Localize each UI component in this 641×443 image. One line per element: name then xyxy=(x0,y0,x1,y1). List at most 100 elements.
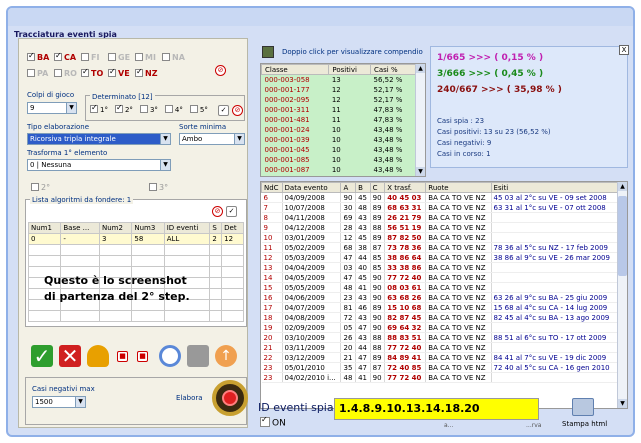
refresh-icon[interactable] xyxy=(159,345,181,367)
scroll-down-icon[interactable]: ▼ xyxy=(416,167,425,176)
table-row[interactable]: 0-3 58 ALL 2 12 xyxy=(27,233,244,245)
id-spia-on-checkbox[interactable]: ON xyxy=(260,415,286,429)
lista-col-header[interactable]: ID eventi xyxy=(163,222,211,234)
confirm-button[interactable]: ✓ xyxy=(31,345,53,367)
colpi-select[interactable]: 9 ▼ xyxy=(27,102,77,114)
wheel-ba-checkbox[interactable]: BA xyxy=(27,51,49,62)
table-row[interactable]: 000-003-058 13 56,52 % xyxy=(262,75,417,85)
wheel-to-checkbox[interactable]: TO xyxy=(81,67,103,78)
classe-col-header[interactable]: Positivi xyxy=(328,64,371,75)
table-row[interactable]: 000-001-085 10 43,48 % xyxy=(262,155,417,165)
table-cell: 48 xyxy=(340,282,357,293)
stop-icon[interactable]: ■ xyxy=(117,351,128,362)
table-row[interactable]: 22 03/12/2009 21 47 89 84 89 41 BA CA TO VE NZ… xyxy=(261,352,620,363)
scroll-down-icon[interactable]: ▼ xyxy=(618,399,627,408)
table-row[interactable]: 000-001-024 10 43,48 % xyxy=(262,125,417,135)
determinato-item-4[interactable]: 4° xyxy=(164,105,183,114)
determinato-item-3[interactable]: 3° xyxy=(139,105,158,114)
wheel-mi-checkbox[interactable]: MI xyxy=(135,52,156,62)
determinato-item-1[interactable]: 1° xyxy=(90,103,108,114)
table-row[interactable]: 21 03/11/2009 20 44 88 77 72 40 BA CA TO VE NZ xyxy=(261,342,620,353)
table-row[interactable]: 000-001-481 11 47,83 % xyxy=(262,115,417,125)
scroll-thumb[interactable] xyxy=(618,196,627,276)
remove-icon[interactable]: ⊘ xyxy=(212,206,223,217)
trasforma-select[interactable]: 0 | Nessuna ▼ xyxy=(27,159,171,171)
events-col-header[interactable]: NdC xyxy=(261,182,283,193)
determinato-item-5[interactable]: 5° xyxy=(189,105,208,114)
compendio-icon[interactable] xyxy=(262,46,274,58)
tipo-select[interactable]: Ricorsiva tripla integrale ▼ xyxy=(27,133,171,145)
table-row[interactable]: 14 04/05/2009 47 45 90 77 72 40 BA CA TO VE NZ xyxy=(261,272,620,283)
table-row[interactable]: 23 05/01/2010 35 47 87 72 40 85 BA CA TO VE NZ… xyxy=(261,362,620,373)
table-row[interactable]: 000-001-045 10 43,48 % xyxy=(262,145,417,155)
table-row[interactable]: 13 04/04/2009 03 40 85 33 38 86 BA CA TO VE NZ xyxy=(261,262,620,273)
classe-col-header[interactable]: Casi % xyxy=(369,64,418,75)
chk-2[interactable]: 2° xyxy=(31,182,50,192)
wheel-fi-checkbox[interactable]: FI xyxy=(81,52,99,62)
events-col-header[interactable]: C xyxy=(369,182,386,193)
events-col-header[interactable]: Data evento xyxy=(281,182,342,193)
wheel-pa-checkbox[interactable]: PA xyxy=(27,68,48,78)
id-spia-value[interactable]: 1.4.8.9.10.13.14.18.20 xyxy=(334,398,539,420)
table-row[interactable]: 19 02/09/2009 05 47 90 69 64 32 BA CA TO VE NZ xyxy=(261,322,620,333)
wheel-ve-checkbox[interactable]: VE xyxy=(108,67,130,78)
determinato-item-2[interactable]: 2° xyxy=(114,103,133,114)
printer-icon[interactable] xyxy=(572,398,594,416)
wheel-na-checkbox[interactable]: NA xyxy=(162,52,185,62)
clear-icon[interactable]: ⊘ xyxy=(232,105,243,116)
table-row[interactable]: 10 03/01/2009 12 45 89 87 82 50 BA CA TO VE NZ xyxy=(261,232,620,243)
lista-col-header[interactable]: Num2 xyxy=(98,222,133,234)
cancel-button[interactable]: ✕ xyxy=(59,345,81,367)
sorte-select[interactable]: Ambo ▼ xyxy=(179,133,245,145)
table-row[interactable]: 000-002-095 12 52,17 % xyxy=(262,95,417,105)
chk-3[interactable]: 3° xyxy=(149,182,168,192)
wheel-ro-checkbox[interactable]: RO xyxy=(54,68,77,78)
table-row[interactable]: 20 03/10/2009 26 43 88 88 83 51 BA CA TO VE NZ… xyxy=(261,332,620,343)
table-row[interactable]: 9 04/12/2008 28 43 88 56 51 19 BA CA TO VE NZ xyxy=(261,222,620,233)
printer-icon[interactable] xyxy=(187,345,209,367)
up-arrow-icon[interactable]: ↑ xyxy=(215,345,237,367)
casi-select[interactable]: 1500 ▼ xyxy=(32,396,86,408)
table-row[interactable]: 000-001-039 10 43,48 % xyxy=(262,135,417,145)
classe-scrollbar[interactable]: ▲ ▼ xyxy=(415,64,425,176)
lista-col-header[interactable]: Det xyxy=(221,222,244,234)
table-row[interactable]: 000-001-177 12 52,17 % xyxy=(262,85,417,95)
table-row[interactable]: 000-001-311 11 47,83 % xyxy=(262,105,417,115)
table-row[interactable]: 15 05/05/2009 48 41 90 08 03 61 BA CA TO VE NZ xyxy=(261,282,620,293)
scroll-up-icon[interactable]: ▲ xyxy=(618,182,627,191)
wheel-ge-checkbox[interactable]: GE xyxy=(108,52,130,62)
table-row[interactable]: 12 05/03/2009 47 44 85 38 86 64 BA CA TO VE NZ… xyxy=(261,252,620,263)
close-stats-button[interactable]: X xyxy=(619,45,629,55)
classe-col-header[interactable]: Classe xyxy=(261,64,330,75)
lista-col-header[interactable]: S xyxy=(209,222,223,234)
wheel-nz-checkbox[interactable]: NZ xyxy=(135,67,158,78)
check-icon[interactable]: ✓ xyxy=(218,105,229,116)
events-col-header[interactable]: B xyxy=(355,182,371,193)
scroll-up-icon[interactable]: ▲ xyxy=(416,64,425,73)
table-row[interactable]: 18 04/08/2009 72 43 90 82 87 45 BA CA TO VE NZ… xyxy=(261,312,620,323)
table-row[interactable]: 16 04/06/2009 23 43 90 63 68 26 BA CA TO VE NZ… xyxy=(261,292,620,303)
lista-col-header[interactable]: Base ... xyxy=(60,222,100,234)
table-row[interactable]: 000-001-087 10 43,48 % xyxy=(262,165,417,175)
wheel-ca-checkbox[interactable]: CA xyxy=(54,51,76,62)
table-row[interactable]: 8 04/11/2008 69 43 89 26 21 79 BA CA TO VE NZ xyxy=(261,212,620,223)
table-row[interactable]: 17 04/07/2009 81 46 89 15 10 68 BA CA TO VE NZ… xyxy=(261,302,620,313)
clear-wheels-icon[interactable]: ⊘ xyxy=(215,65,226,76)
lista-col-header[interactable]: Num1 xyxy=(27,222,62,234)
events-col-header[interactable]: Esiti xyxy=(490,182,620,193)
table-row[interactable]: 7 10/07/2008 30 48 89 68 63 31 BA CA TO VE NZ 6… xyxy=(261,202,620,213)
lista-col-header[interactable]: Num3 xyxy=(131,222,165,234)
events-col-header[interactable]: A xyxy=(340,182,357,193)
table-row[interactable]: 23 04/02/2010 i... 48 41 90 77 72 40 BA CA TO … xyxy=(261,372,620,383)
stampa-html-button[interactable]: Stampa html xyxy=(562,420,607,428)
events-col-header[interactable]: Ruote xyxy=(425,182,492,193)
events-scrollbar[interactable]: ▲ ▼ xyxy=(617,182,627,408)
events-col-header[interactable]: X trasf. xyxy=(384,182,427,193)
elabora-button[interactable] xyxy=(212,380,248,416)
bucket-icon[interactable] xyxy=(87,345,109,367)
table-row[interactable]: 6 04/09/2008 90 45 90 40 45 03 BA CA TO VE NZ 4… xyxy=(261,192,620,203)
empty-row xyxy=(27,255,244,267)
table-row[interactable]: 11 05/02/2009 68 38 87 73 78 36 BA CA TO VE NZ… xyxy=(261,242,620,253)
stop-alt-icon[interactable]: ■ xyxy=(137,351,148,362)
check-icon[interactable]: ✓ xyxy=(226,206,237,217)
